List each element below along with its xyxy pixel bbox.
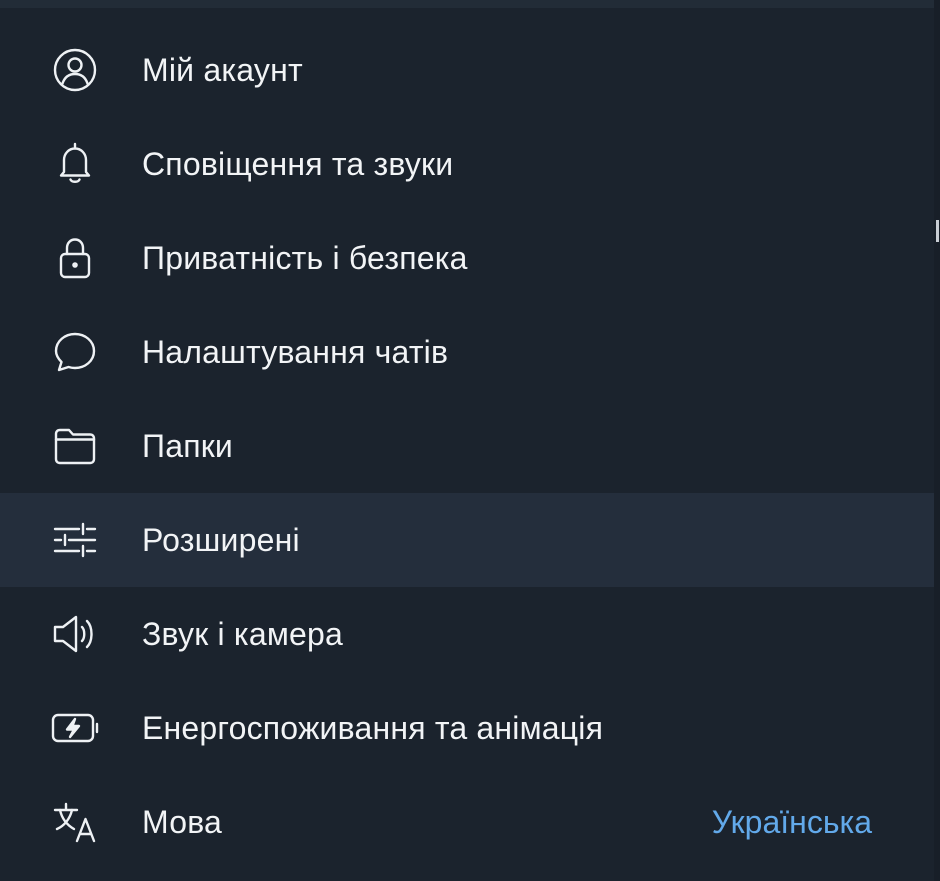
menu-item-notifications[interactable]: Сповіщення та звуки <box>0 117 934 211</box>
menu-item-privacy-security[interactable]: Приватність і безпека <box>0 211 934 305</box>
battery-bolt-icon <box>50 703 100 753</box>
language-value: Українська <box>711 804 872 840</box>
menu-item-my-account[interactable]: Мій акаунт <box>0 23 934 117</box>
menu-item-label: Енергоспоживання та анімація <box>142 710 604 746</box>
menu-item-language[interactable]: Мова Українська <box>0 775 934 869</box>
menu-item-label: Папки <box>142 428 233 464</box>
menu-item-folders[interactable]: Папки <box>0 399 934 493</box>
menu-item-chat-settings[interactable]: Налаштування чатів <box>0 305 934 399</box>
menu-item-label: Сповіщення та звуки <box>142 146 454 182</box>
scroll-edge[interactable] <box>934 0 940 881</box>
user-circle-icon <box>50 45 100 95</box>
top-divider <box>0 0 934 8</box>
menu-item-power-animation[interactable]: Енергоспоживання та анімація <box>0 681 934 775</box>
chat-bubble-icon <box>50 327 100 377</box>
menu-item-label: Налаштування чатів <box>142 334 449 370</box>
folder-icon <box>50 421 100 471</box>
menu-item-advanced[interactable]: Розширені <box>0 493 934 587</box>
translate-icon <box>50 797 100 847</box>
menu-item-label: Приватність і безпека <box>142 240 468 276</box>
settings-panel: Мій акаунт Сповіщення та звуки Приватніс… <box>0 0 940 881</box>
menu-item-sound-camera[interactable]: Звук і камера <box>0 587 934 681</box>
bell-icon <box>50 139 100 189</box>
menu-item-label: Мова <box>142 804 223 840</box>
speaker-icon <box>50 609 100 659</box>
lock-icon <box>50 233 100 283</box>
sliders-icon <box>50 515 100 565</box>
menu-item-label: Мій акаунт <box>142 52 303 88</box>
settings-menu: Мій акаунт Сповіщення та звуки Приватніс… <box>0 23 934 869</box>
menu-item-label: Розширені <box>142 522 300 558</box>
scrollbar-thumb[interactable] <box>936 220 939 242</box>
menu-item-label: Звук і камера <box>142 616 344 652</box>
